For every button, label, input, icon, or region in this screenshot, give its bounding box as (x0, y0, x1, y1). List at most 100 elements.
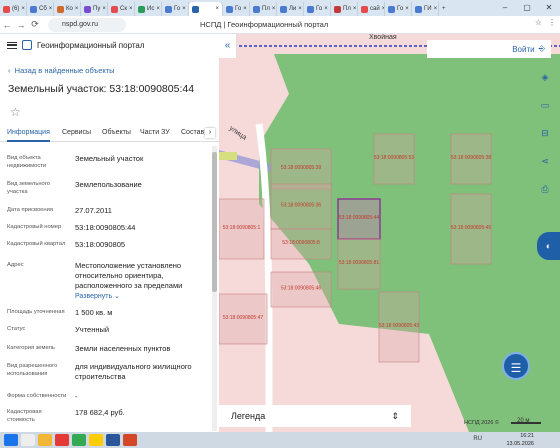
menu-icon[interactable] (7, 41, 17, 49)
parcel-label: 53:18:0090805:81 (339, 260, 380, 266)
portal-header: Геоинформационный портал (0, 34, 219, 56)
tab-close-icon[interactable]: × (434, 6, 438, 12)
word-icon[interactable] (106, 434, 120, 446)
url-field[interactable]: nspd.gov.ru (48, 18, 126, 32)
minimize-icon[interactable]: – (494, 0, 516, 16)
info-value: - (75, 392, 78, 401)
tab-label: Го (316, 6, 323, 12)
tab-close-icon[interactable]: × (21, 6, 25, 12)
back-icon[interactable]: ← (0, 20, 14, 30)
browser-tab[interactable]: Ли × (277, 2, 304, 16)
tab-close-icon[interactable]: × (182, 6, 186, 12)
tab-close-icon[interactable]: × (129, 6, 133, 12)
browser-tab[interactable]: Пл × (250, 2, 277, 16)
browser-tab[interactable]: Го × (223, 2, 250, 16)
tab-favicon-icon (388, 5, 395, 13)
tab-4[interactable]: Состав (181, 125, 204, 142)
tab-close-icon[interactable]: × (215, 6, 219, 12)
favorite-star-icon[interactable]: ☆ (10, 105, 21, 119)
info-label: Кадастровый квартал (7, 241, 66, 247)
login-button[interactable]: Войти ⎆ (427, 40, 551, 58)
tab-close-icon[interactable]: × (298, 6, 302, 12)
page-title: НСПД | Геоинформационный портал (200, 20, 329, 29)
parcel-label: 53:18:0090805:1 (223, 225, 261, 231)
browser-tab[interactable]: Ис × (135, 2, 162, 16)
new-tab-button[interactable]: + (439, 2, 449, 16)
bookmark-map-icon[interactable]: ⊟ (536, 124, 554, 142)
parcel-label: 53:18:0090805:8 (282, 240, 320, 246)
parcel-label: 53:18:0090805:44 (339, 215, 380, 221)
info-value: Землепользование (75, 180, 142, 189)
scrollbar[interactable] (212, 146, 217, 431)
expand-address-link[interactable]: Развернуть ⌄ (75, 292, 210, 302)
tabs-scroll-right-icon[interactable]: › (205, 128, 215, 138)
tab-close-icon[interactable]: × (49, 6, 53, 12)
browser-tab[interactable]: Го × (162, 2, 189, 16)
tab-close-icon[interactable]: × (102, 6, 106, 12)
tab-label: Ко (66, 6, 73, 12)
tab-favicon-icon (111, 5, 118, 13)
tab-3[interactable]: Части ЗУ (140, 125, 170, 142)
browser-tab[interactable]: ГИ × (412, 2, 439, 16)
browser-tab[interactable]: Пу × (81, 2, 108, 16)
highlight-strip (219, 152, 237, 160)
explorer-icon[interactable] (38, 434, 52, 446)
parcel-label: 53:18:0090805:46 (281, 286, 322, 292)
browser-tab[interactable]: Го × (304, 2, 331, 16)
extensions-icon[interactable]: ⋮ (548, 18, 556, 27)
tab-label: (6) (12, 6, 20, 12)
tab-close-icon[interactable]: × (156, 6, 160, 12)
tab-close-icon[interactable]: × (272, 6, 276, 12)
tab-0[interactable]: Информация (7, 125, 50, 142)
chat-button[interactable]: ☰ (502, 352, 530, 380)
back-to-results-link[interactable]: ‹ Назад в найденные объекты (8, 66, 115, 75)
tab-close-icon[interactable]: × (324, 6, 328, 12)
login-icon: ⎆ (538, 44, 545, 53)
tab-2[interactable]: Объекты (102, 125, 131, 142)
browser-tab[interactable]: (6) × (0, 2, 27, 16)
browser-tab[interactable]: Ск × (108, 2, 135, 16)
start-icon[interactable] (4, 434, 18, 446)
close-icon[interactable]: ✕ (538, 0, 560, 16)
tab-close-icon[interactable]: × (75, 6, 79, 12)
tab-close-icon[interactable]: × (243, 6, 247, 12)
tab-close-icon[interactable]: × (405, 6, 409, 12)
app-icon[interactable] (123, 434, 137, 446)
browser-tab[interactable]: сай × (358, 2, 385, 16)
tab-label: Ли (289, 6, 297, 12)
parcel-label: 53:18:0090805:47 (223, 315, 264, 321)
ruler-icon[interactable]: ▭ (536, 96, 554, 114)
share-icon[interactable]: ⋖ (536, 152, 554, 170)
chrome-icon[interactable] (72, 434, 86, 446)
search-taskbar-icon[interactable] (21, 434, 35, 446)
maximize-icon[interactable]: ▢ (516, 0, 538, 16)
yandex-icon[interactable] (55, 434, 69, 446)
layers-icon[interactable]: ◈ (536, 68, 554, 86)
tab-1[interactable]: Сервисы (62, 125, 91, 142)
tab-favicon-icon (226, 5, 233, 13)
parcel-label: 53:18:0090805:45 (451, 225, 492, 231)
reload-icon[interactable]: ⟳ (28, 19, 42, 30)
tab-close-icon[interactable]: × (353, 6, 357, 12)
yandex-browser-icon[interactable] (89, 434, 103, 446)
support-side-icon[interactable]: ◐ (537, 232, 560, 260)
map-canvas[interactable]: 53:18:0090805:39 53:18:0090805:53 53:18:00… (219, 34, 560, 432)
forward-icon[interactable]: → (14, 20, 28, 30)
print-icon[interactable]: ⎙ (536, 180, 554, 198)
collapse-panel-icon[interactable]: « (219, 34, 237, 58)
tray-lang[interactable]: RU (473, 436, 482, 442)
legend-dropdown[interactable]: Легенда ⇕ (219, 405, 411, 427)
browser-tab[interactable]: Ко × (54, 2, 81, 16)
parcel-label: 53:18:0090805:39 (281, 165, 322, 171)
info-label: Площадь уточненная (7, 309, 65, 315)
browser-tab[interactable]: Сб × (27, 2, 54, 16)
legend-toggle-icon: ⇕ (391, 410, 399, 421)
browser-tab[interactable]: Пл × (331, 2, 358, 16)
info-label: Вид разрешенного использования (7, 363, 58, 377)
browser-tab[interactable]: × (189, 2, 223, 16)
bookmark-icon[interactable]: ☆ (535, 18, 542, 27)
browser-tab[interactable]: Го × (385, 2, 412, 16)
tab-label: Пл (262, 6, 270, 12)
info-value: 1 500 кв. м (75, 308, 113, 317)
parcel-label: 53:18:0090805:53 (374, 155, 415, 161)
